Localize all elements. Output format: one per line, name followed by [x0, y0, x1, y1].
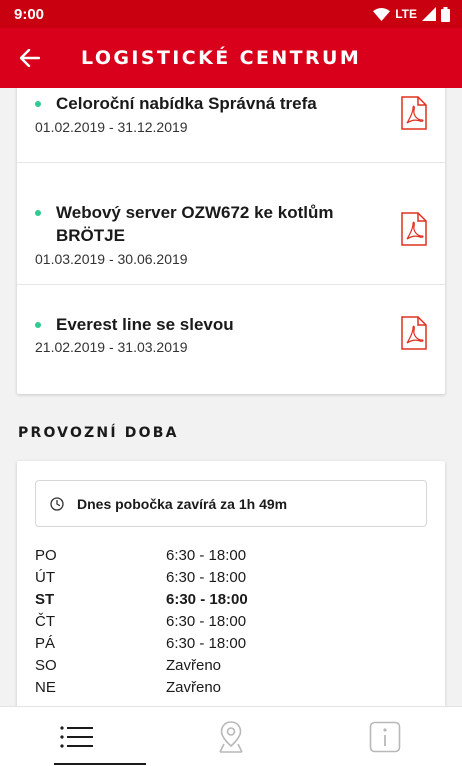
offer-dates: 01.03.2019 - 30.06.2019	[35, 251, 188, 267]
closing-notice-text: Dnes pobočka zavírá za 1h 49m	[77, 495, 288, 512]
day-name: NE	[35, 679, 56, 696]
map-pin-icon	[219, 721, 243, 753]
opening-hours-card: Dnes pobočka zavírá za 1h 49m PO 6:30 - …	[17, 461, 445, 706]
offer-item[interactable]: Webový server OZW672 ke kotlům BRÖTJE 01…	[17, 163, 445, 285]
closing-notice: Dnes pobočka zavírá za 1h 49m	[35, 480, 427, 527]
active-tab-indicator	[54, 763, 146, 765]
offer-item[interactable]: Everest line se slevou 21.02.2019 - 31.0…	[17, 285, 445, 394]
hours-row: PÁ 6:30 - 18:00	[35, 635, 427, 657]
day-name: ST	[35, 591, 55, 608]
bullet-dot	[35, 322, 41, 328]
hours-row: ÚT 6:30 - 18:00	[35, 569, 427, 591]
day-name: PO	[35, 547, 57, 564]
bullet-dot	[35, 210, 41, 216]
nav-tab-list[interactable]	[0, 707, 154, 766]
offer-item[interactable]: Celoroční nabídka Správná trefa 01.02.20…	[17, 88, 445, 163]
nav-tab-map[interactable]	[154, 707, 308, 766]
hours-row-today: ST 6:30 - 18:00	[35, 591, 427, 613]
bottom-nav	[0, 706, 462, 766]
day-hours: 6:30 - 18:00	[166, 591, 248, 608]
offer-dates: 21.02.2019 - 31.03.2019	[35, 339, 188, 355]
offer-dates: 01.02.2019 - 31.12.2019	[35, 119, 188, 135]
offer-name: Everest line se slevou	[56, 315, 234, 334]
hours-row: NE Zavřeno	[35, 679, 427, 701]
nav-tab-info[interactable]	[308, 707, 462, 766]
day-name: PÁ	[35, 635, 56, 652]
arrow-left-icon	[20, 49, 40, 67]
offers-card: Celoroční nabídka Správná trefa 01.02.20…	[17, 88, 445, 394]
status-time: 9:00	[14, 5, 45, 23]
app-bar: LOGISTICKÉ CENTRUM	[0, 28, 462, 88]
offer-name: Webový server OZW672 ke kotlům BRÖTJE	[56, 203, 334, 245]
page-title: LOGISTICKÉ CENTRUM	[81, 47, 362, 69]
day-name: ÚT	[35, 569, 55, 586]
pdf-icon[interactable]	[401, 96, 427, 130]
battery-icon	[441, 6, 450, 22]
day-name: ČT	[35, 613, 55, 630]
day-hours: Zavřeno	[166, 679, 222, 696]
network-type: LTE	[395, 7, 417, 21]
day-hours: 6:30 - 18:00	[166, 635, 247, 652]
clock-icon	[50, 496, 64, 511]
content-scroll[interactable]: Celoroční nabídka Správná trefa 01.02.20…	[0, 88, 462, 706]
pdf-icon[interactable]	[401, 212, 427, 246]
hours-row: SO Zavřeno	[35, 657, 427, 679]
hours-row: PO 6:30 - 18:00	[35, 547, 427, 569]
day-hours: 6:30 - 18:00	[166, 569, 247, 586]
status-bar: 9:00 LTE	[0, 0, 462, 28]
hours-row: ČT 6:30 - 18:00	[35, 613, 427, 635]
pdf-icon[interactable]	[401, 316, 427, 350]
day-hours: 6:30 - 18:00	[166, 547, 247, 564]
status-icons: LTE	[373, 6, 450, 22]
back-button[interactable]	[0, 28, 60, 88]
list-icon	[60, 726, 93, 748]
day-name: SO	[35, 657, 57, 674]
day-hours: Zavřeno	[166, 657, 222, 674]
day-hours: 6:30 - 18:00	[166, 613, 247, 630]
bullet-dot	[35, 101, 41, 107]
signal-icon	[422, 7, 436, 21]
offer-name: Celoroční nabídka Správná trefa	[56, 94, 317, 113]
section-title: PROVOZNÍ DOBA	[18, 425, 179, 441]
info-icon	[369, 721, 401, 753]
wifi-icon	[373, 7, 391, 21]
